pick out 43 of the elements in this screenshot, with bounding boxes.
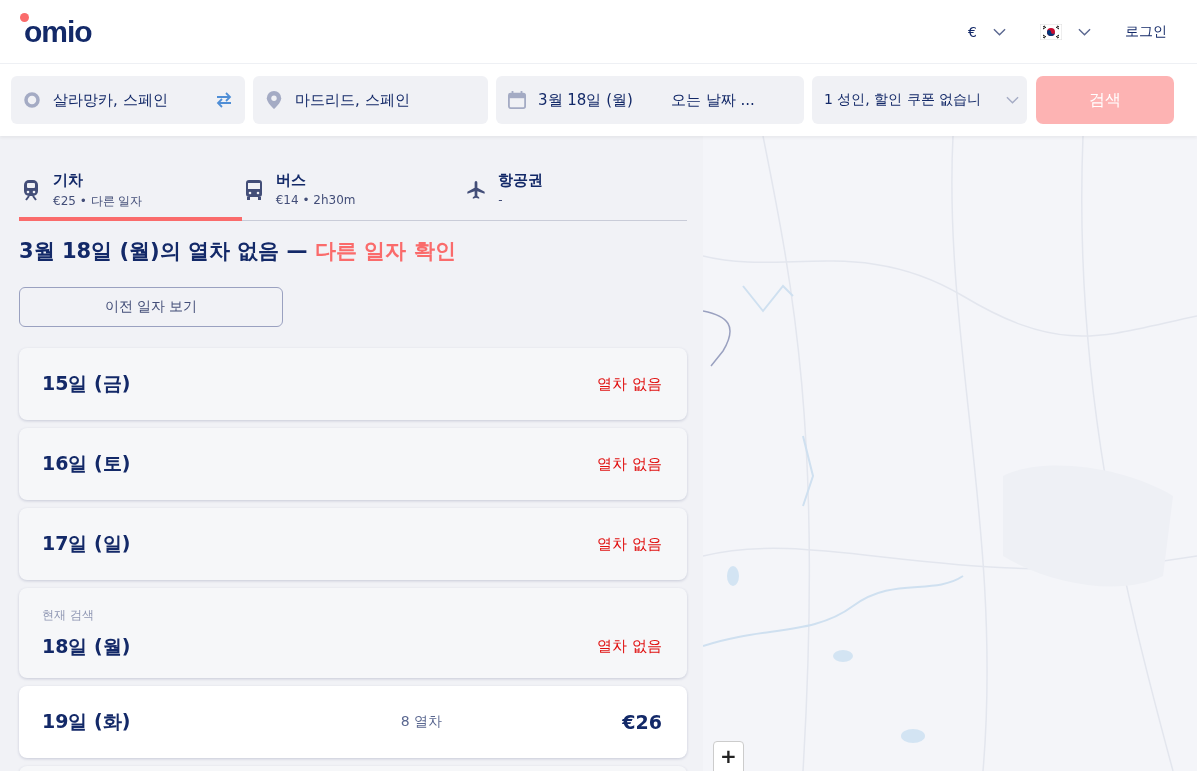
chevron-down-icon (1078, 27, 1091, 36)
train-count: 8 열차 (400, 713, 443, 731)
origin-field[interactable]: 살라망카, 스페인 (11, 76, 245, 124)
omio-logo[interactable]: omio (20, 16, 92, 47)
transport-tab[interactable]: 항공권 - (464, 165, 687, 221)
date-card[interactable]: 16일 (토) 열차 없음 (19, 428, 687, 500)
return-date-field[interactable]: 오는 날짜 ... (668, 90, 793, 110)
departure-date[interactable]: 3월 18일 (월) (538, 90, 633, 110)
status-label: 열차 없음 (597, 534, 662, 554)
date-label: 16일 (토) (42, 451, 131, 476)
flag-icon (1040, 23, 1062, 40)
date-label: 17일 (일) (42, 531, 131, 556)
date-label: 15일 (금) (42, 371, 131, 396)
date-card[interactable]: 17일 (일) 열차 없음 (19, 508, 687, 580)
no-trains-notice: 3월 18일 (월)의 열차 없음 — 다른 일자 확인 (19, 238, 457, 265)
status-label: 열차 없음 (597, 637, 662, 656)
passengers-field[interactable]: 1 성인, 할인 쿠폰 없습니 (812, 76, 1027, 124)
status-label: 열차 없음 (597, 374, 662, 394)
date-label: 19일 (화) (42, 709, 131, 734)
transport-tab[interactable]: 기차 €25 • 다른 일자 (19, 165, 242, 221)
transport-tab[interactable]: 버스 €14 • 2h30m (241, 165, 465, 221)
date-label: 18일 (월) (42, 633, 131, 659)
location-pin-icon (265, 91, 283, 109)
date-card[interactable]: 15일 (금) 열차 없음 (19, 348, 687, 420)
chevron-down-icon (1006, 96, 1019, 104)
price: €26 (622, 711, 662, 733)
status-label: 열차 없음 (597, 454, 662, 474)
date-card[interactable]: 현재 검색 18일 (월) 열차 없음 (19, 588, 687, 678)
chevron-down-icon (993, 27, 1006, 36)
swap-icon[interactable] (215, 92, 233, 108)
current-search-label: 현재 검색 (42, 606, 95, 624)
airplane-icon (466, 179, 487, 201)
train-icon (21, 179, 41, 201)
circle-icon (23, 91, 41, 109)
date-card[interactable]: 19일 (화) 8 열차 €26 (19, 686, 687, 758)
bus-icon (243, 179, 264, 201)
currency-selector[interactable]: € (968, 23, 1006, 40)
earlier-dates-button[interactable]: 이전 일자 보기 (19, 287, 283, 327)
destination-field[interactable]: 마드리드, 스페인 (253, 76, 488, 124)
calendar-icon (508, 91, 526, 109)
login-link[interactable]: 로그인 (1125, 22, 1167, 41)
zoom-in-button[interactable]: + (713, 741, 744, 771)
language-selector[interactable] (1040, 23, 1091, 40)
